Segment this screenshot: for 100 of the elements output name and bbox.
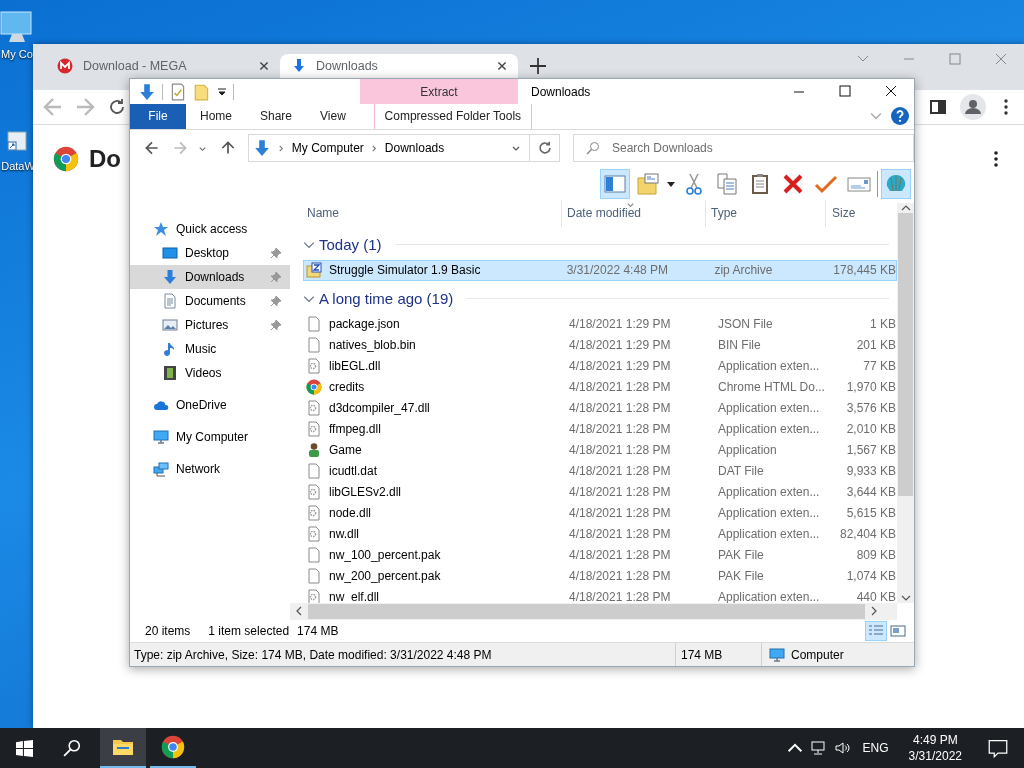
file-row[interactable]: credits 4/18/2021 1:28 PM Chrome HTML Do... 1,970 KB bbox=[303, 376, 897, 398]
file-row[interactable]: package.json 4/18/2021 1:29 PM JSON File 1 KB bbox=[303, 313, 897, 335]
ribbon-tab[interactable]: Compressed Folder Tools bbox=[373, 104, 532, 129]
horizontal-scrollbar[interactable] bbox=[290, 602, 897, 620]
site-logo-icon bbox=[57, 58, 73, 74]
date-modified: 4/18/2021 1:28 PM bbox=[568, 464, 672, 479]
search-icon bbox=[586, 141, 600, 156]
browser-logo-icon bbox=[53, 146, 79, 172]
help-icon[interactable] bbox=[890, 106, 910, 127]
browser-tab[interactable]: Download - MEGA bbox=[45, 54, 280, 78]
date-modified: 4/18/2021 1:28 PM bbox=[568, 527, 672, 542]
column-header[interactable]: Name bbox=[307, 206, 339, 221]
group-header[interactable]: Today (1) bbox=[319, 236, 382, 254]
column-header[interactable]: Size bbox=[832, 206, 856, 221]
date-modified: 3/31/2022 4:48 PM bbox=[565, 263, 670, 278]
nav-item[interactable]: Desktop bbox=[130, 240, 290, 265]
film-icon bbox=[162, 364, 178, 381]
nav-item[interactable]: Quick access bbox=[130, 216, 290, 241]
file-type: Application exten... bbox=[717, 506, 821, 521]
breadcrumb[interactable]: Downloads bbox=[384, 141, 445, 156]
network-icon[interactable] bbox=[810, 740, 827, 756]
file-row[interactable]: nw.dll 4/18/2021 1:28 PM Application exten... 82,404 KB bbox=[303, 523, 897, 545]
file-name: credits bbox=[329, 380, 365, 395]
desktop-icon-label[interactable]: My Co bbox=[1, 48, 33, 60]
file-row[interactable]: nw_100_percent.pak 4/18/2021 1:28 PM PAK File 809 KB bbox=[303, 544, 897, 566]
search-field[interactable]: Search Downloads bbox=[573, 134, 914, 163]
date-modified: 4/18/2021 1:28 PM bbox=[568, 548, 672, 563]
volume-icon[interactable] bbox=[834, 740, 851, 756]
file-row[interactable]: natives_blob.bin 4/18/2021 1:29 PM BIN File 201 KB bbox=[303, 334, 897, 356]
nav-item[interactable]: Pictures bbox=[130, 312, 290, 337]
clock-date[interactable]: 3/31/2022 bbox=[908, 748, 962, 764]
date-modified: 4/18/2021 1:29 PM bbox=[568, 317, 672, 332]
file-row[interactable]: Game 4/18/2021 1:28 PM Application 1,567 KB bbox=[303, 439, 897, 461]
notification-icon[interactable] bbox=[988, 738, 1008, 758]
date-modified: 4/18/2021 1:28 PM bbox=[568, 443, 672, 458]
file-size: 1 KB bbox=[869, 317, 896, 332]
file-size: 2,010 KB bbox=[845, 422, 896, 437]
download-arrow-icon bbox=[292, 58, 306, 74]
file-type: Application exten... bbox=[717, 527, 821, 542]
gear-file-icon bbox=[306, 421, 322, 438]
picture-icon bbox=[162, 316, 178, 333]
language-indicator[interactable]: ENG bbox=[858, 741, 893, 755]
nav-item[interactable]: My Computer bbox=[130, 424, 290, 449]
taskbar-app[interactable] bbox=[100, 728, 146, 768]
clock-time[interactable]: 4:49 PM bbox=[912, 732, 958, 748]
forward-arrow-icon bbox=[75, 97, 95, 117]
file-icon bbox=[306, 316, 322, 333]
file-row[interactable]: libGLESv2.dll 4/18/2021 1:28 PM Application exten... 3,644 KB bbox=[303, 481, 897, 503]
file-row[interactable]: nw_200_percent.pak 4/18/2021 1:28 PM PAK File 1,074 KB bbox=[303, 565, 897, 587]
toolbar-button[interactable] bbox=[881, 168, 911, 199]
ribbon-tab[interactable]: Share bbox=[246, 104, 307, 129]
date-modified: 4/18/2021 1:28 PM bbox=[568, 380, 672, 395]
file-name: libGLESv2.dll bbox=[329, 485, 402, 500]
nav-item[interactable]: Videos bbox=[130, 360, 290, 385]
file-size: 809 KB bbox=[855, 548, 896, 563]
date-modified: 4/18/2021 1:28 PM bbox=[568, 485, 672, 500]
file-row[interactable]: d3dcompiler_47.dll 4/18/2021 1:28 PM Application exten... 3,576 KB bbox=[303, 397, 897, 419]
nav-item[interactable]: Documents bbox=[130, 288, 290, 313]
nav-item[interactable]: Music bbox=[130, 336, 290, 361]
new-tab-icon[interactable] bbox=[530, 58, 546, 74]
network-icon bbox=[153, 460, 169, 477]
side-panel-icon[interactable] bbox=[928, 97, 948, 117]
breadcrumb[interactable]: My Computer bbox=[291, 141, 364, 156]
ribbon-tab[interactable]: Home bbox=[186, 104, 246, 129]
file-row[interactable]: Struggle Simulator 1.9 Basic 3/31/2022 4:48 PM zip Archive 178,445 KB bbox=[303, 259, 897, 281]
nav-item[interactable]: Network bbox=[130, 456, 290, 481]
file-row[interactable]: libEGL.dll 4/18/2021 1:29 PM Application exten... 77 KB bbox=[303, 355, 897, 377]
group-header[interactable]: A long time ago (19) bbox=[319, 290, 454, 308]
desktop-icon bbox=[162, 244, 178, 261]
address-bar[interactable]: My Computer Downloads bbox=[247, 134, 531, 163]
browser-icon bbox=[161, 735, 185, 759]
file-type: Chrome HTML Do... bbox=[717, 380, 826, 395]
avatar-icon[interactable] bbox=[960, 94, 986, 120]
file-name: package.json bbox=[329, 317, 400, 332]
vertical-scrollbar[interactable] bbox=[897, 202, 914, 603]
file-type: PAK File bbox=[717, 548, 765, 563]
nav-item[interactable]: Downloads bbox=[130, 264, 290, 289]
column-header[interactable]: Type bbox=[711, 206, 737, 221]
file-row[interactable]: icudtl.dat 4/18/2021 1:28 PM DAT File 9,933 KB bbox=[303, 460, 897, 482]
reload-icon[interactable] bbox=[107, 97, 127, 117]
date-modified: 4/18/2021 1:28 PM bbox=[568, 569, 672, 584]
column-header[interactable]: Date modified bbox=[567, 206, 642, 221]
download-arrow-icon[interactable] bbox=[138, 82, 156, 101]
file-type: PAK File bbox=[717, 569, 765, 584]
toolbar-button[interactable] bbox=[600, 168, 630, 199]
properties-icon[interactable] bbox=[169, 82, 187, 101]
file-row[interactable]: node.dll 4/18/2021 1:28 PM Application exten... 5,615 KB bbox=[303, 502, 897, 524]
back-arrow-icon bbox=[43, 97, 63, 117]
file-name: nw_200_percent.pak bbox=[329, 569, 441, 584]
file-size: 5,615 KB bbox=[845, 506, 896, 521]
file-row[interactable]: ffmpeg.dll 4/18/2021 1:28 PM Application exten... 2,010 KB bbox=[303, 418, 897, 440]
date-modified: 4/18/2021 1:29 PM bbox=[568, 359, 672, 374]
nav-item[interactable]: OneDrive bbox=[130, 392, 290, 417]
ribbon-tab[interactable]: View bbox=[306, 104, 360, 129]
ribbon-tab[interactable]: File bbox=[130, 104, 186, 129]
search-icon[interactable] bbox=[63, 739, 81, 757]
location: Computer bbox=[791, 647, 844, 662]
file-name: libEGL.dll bbox=[329, 359, 381, 374]
start-icon[interactable] bbox=[15, 739, 33, 757]
browser-tab[interactable]: Downloads bbox=[280, 54, 518, 78]
